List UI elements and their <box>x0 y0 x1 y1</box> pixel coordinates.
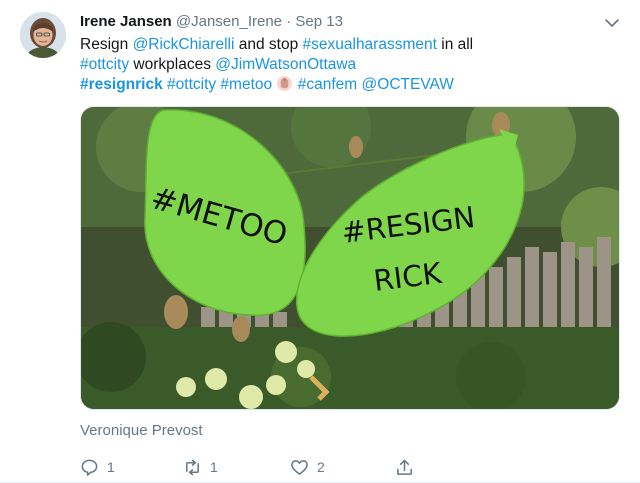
avatar[interactable] <box>20 12 66 58</box>
retweet-icon <box>186 459 199 475</box>
text-segment: workplaces <box>129 56 216 73</box>
tweet-header: Irene Jansen @Jansen_Irene · Sep 13 <box>80 12 343 32</box>
like-button[interactable]: 2 <box>290 456 325 478</box>
photo-tag-caption[interactable]: Veronique Prevost <box>80 422 203 439</box>
text-segment: and stop <box>234 36 303 53</box>
reply-button[interactable]: 1 <box>80 456 115 478</box>
avatar-image <box>20 12 66 58</box>
hashtag-link[interactable]: #canfem <box>298 76 357 93</box>
raised-fist-emoji-icon <box>277 75 293 92</box>
separator-dot: · <box>286 13 292 30</box>
user-handle[interactable]: @Jansen_Irene <box>176 13 282 30</box>
chevron-down-icon[interactable] <box>603 14 621 32</box>
hashtag-link[interactable]: #resignrick <box>80 76 163 93</box>
like-count: 2 <box>317 459 325 475</box>
reply-count: 1 <box>107 459 115 475</box>
mention-link[interactable]: @OCTEVAW <box>362 76 454 93</box>
tweet-card[interactable]: Irene Jansen @Jansen_Irene · Sep 13 Resi… <box>0 0 640 483</box>
share-icon <box>397 459 412 475</box>
photo-protest-signs: #METOO #RESIGN RICK <box>81 107 619 409</box>
display-name[interactable]: Irene Jansen <box>80 13 172 30</box>
text-segment: Resign <box>80 36 133 53</box>
share-button[interactable] <box>395 456 414 478</box>
hashtag-link[interactable]: #ottcity <box>80 56 129 73</box>
heart-icon <box>291 459 308 475</box>
mention-link[interactable]: @RickChiarelli <box>133 36 235 53</box>
retweet-button[interactable]: 1 <box>183 456 218 478</box>
tweet-date[interactable]: Sep 13 <box>295 13 343 30</box>
hashtag-link[interactable]: #ottcity #metoo <box>163 76 272 93</box>
hashtag-link[interactable]: #sexualharassment <box>303 36 437 53</box>
mention-link[interactable]: @JimWatsonOttawa <box>215 56 356 73</box>
tweet-photo[interactable]: #METOO #RESIGN RICK <box>80 106 620 410</box>
tweet-actions: 1 1 2 <box>80 456 440 478</box>
tweet-text: Resign @RickChiarelli and stop #sexualha… <box>80 35 620 95</box>
text-segment: in all <box>436 36 474 53</box>
retweet-count: 1 <box>210 459 218 475</box>
reply-icon <box>81 459 98 476</box>
